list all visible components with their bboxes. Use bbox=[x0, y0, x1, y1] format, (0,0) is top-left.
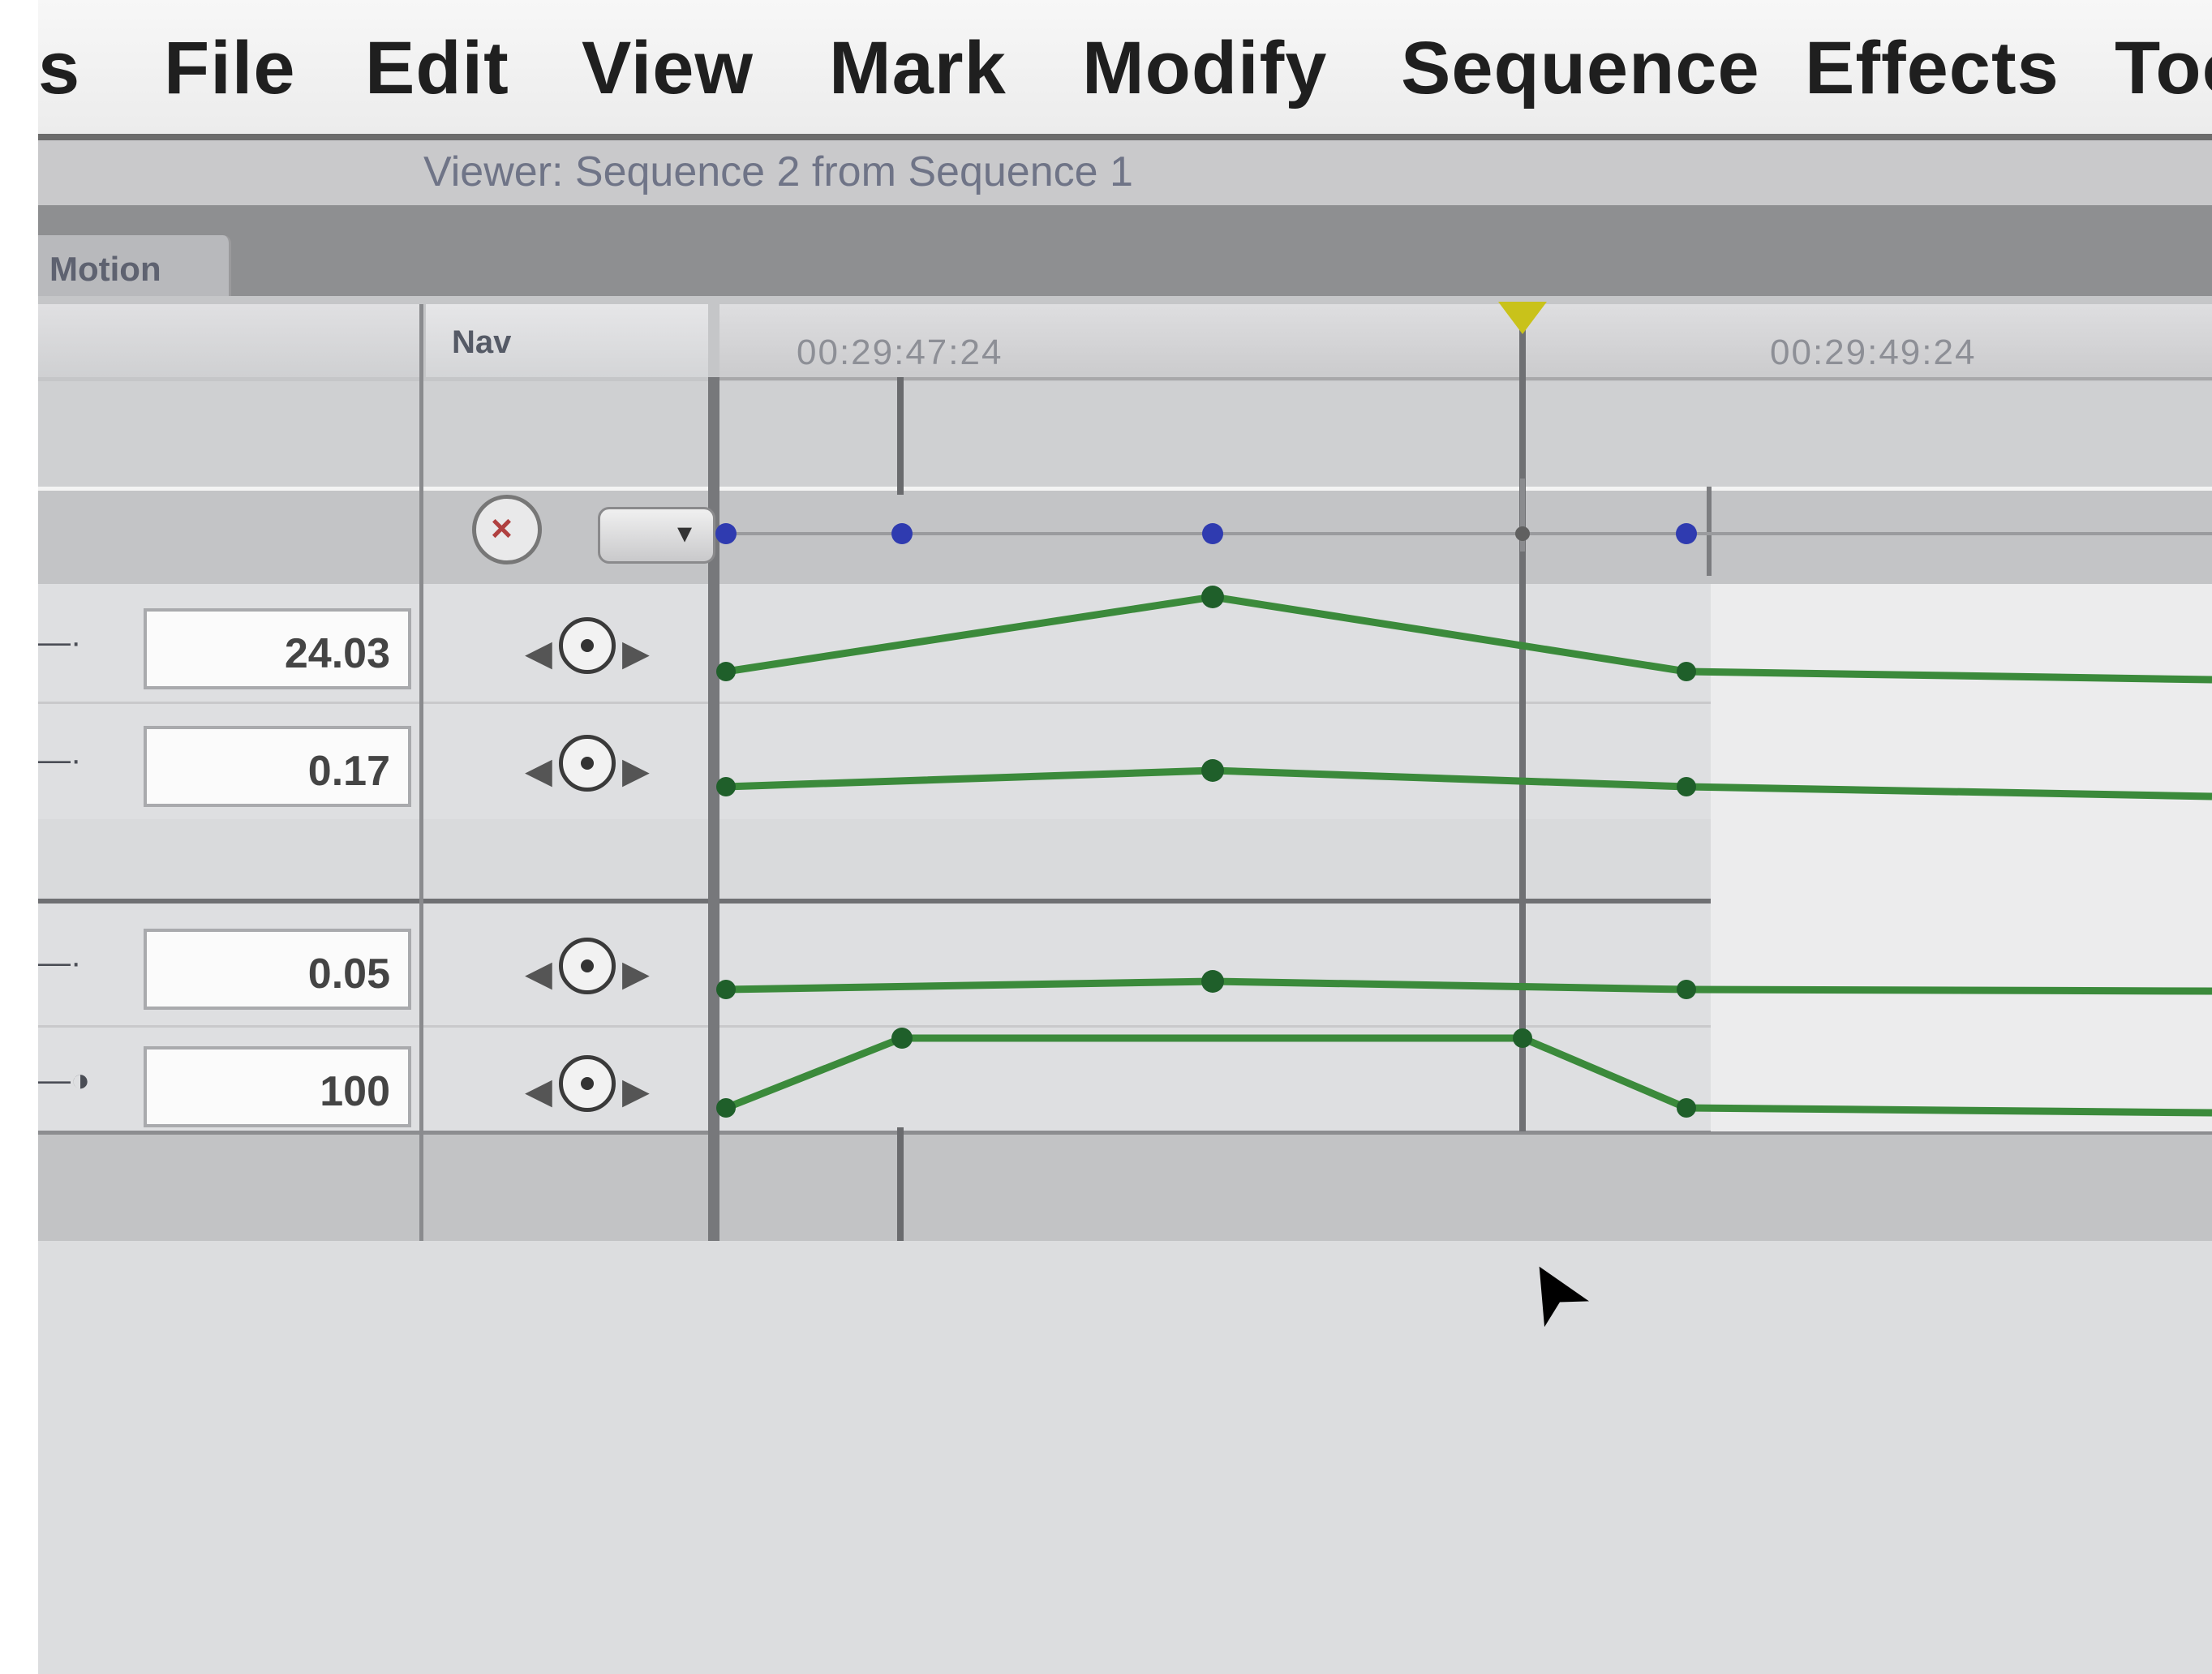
playhead-icon bbox=[1498, 302, 1547, 334]
keyframe-graph[interactable] bbox=[38, 0, 2212, 1249]
keyframe-marker bbox=[715, 523, 737, 544]
keyframe-marker bbox=[1202, 523, 1223, 544]
final-cut-window: s File Edit View Mark Modify Sequence Ef… bbox=[38, 0, 2212, 1674]
empty-canvas-area bbox=[38, 1241, 2212, 1674]
keyframe-marker bbox=[891, 523, 913, 544]
keyframe-marker bbox=[1676, 523, 1697, 544]
clip-end-region bbox=[1711, 584, 2212, 1131]
keyframe-marker bbox=[1515, 526, 1530, 541]
